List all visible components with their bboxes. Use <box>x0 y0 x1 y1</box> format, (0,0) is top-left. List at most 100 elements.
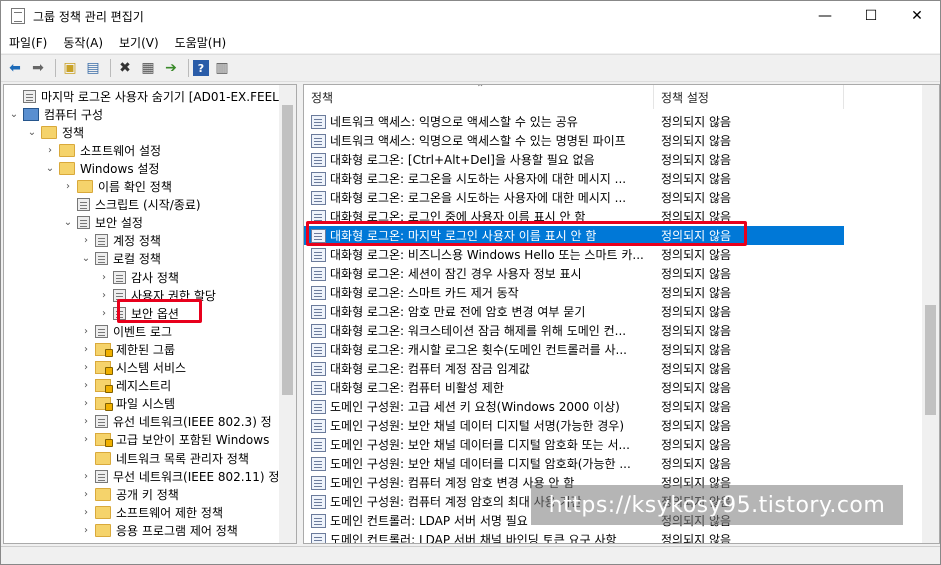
collapsed-chevron-icon[interactable]: › <box>80 471 92 482</box>
policy-row[interactable]: 대화형 로그온: [Ctrl+Alt+Del]을 사용할 필요 없음 정의되지 않… <box>304 150 844 169</box>
collapsed-chevron-icon[interactable]: › <box>80 398 92 409</box>
tree-node-label: 네트워크 목록 관리자 정책 <box>116 451 249 466</box>
collapsed-chevron-icon[interactable]: › <box>44 145 56 156</box>
policy-row[interactable]: 대화형 로그온: 컴퓨터 비활성 제한 정의되지 않음 <box>304 378 844 397</box>
tree-node[interactable]: › 무선 네트워크(IEEE 802.11) 정 <box>80 467 279 485</box>
tree-node[interactable]: › 이벤트 로그 <box>80 322 172 340</box>
tree-node[interactable]: ⌄ Windows 설정 <box>44 159 159 177</box>
collapsed-chevron-icon[interactable]: › <box>80 416 92 427</box>
tree-node[interactable]: › 파일 시스템 <box>80 395 175 413</box>
policy-setting-cell: 정의되지 않음 <box>661 172 732 186</box>
tree-node[interactable]: › 레지스트리 <box>80 377 171 395</box>
policy-row[interactable]: 대화형 로그온: 로그온을 시도하는 사용자에 대한 메시지 ... 정의되지 않… <box>304 169 844 188</box>
folder-icon <box>95 379 113 394</box>
tree-node[interactable]: › 유선 네트워크(IEEE 802.3) 정 <box>80 413 272 431</box>
policy-setting-cell: 정의되지 않음 <box>661 457 732 471</box>
tree-node[interactable]: › 소프트웨어 제한 정책 <box>80 503 223 521</box>
expanded-chevron-icon[interactable]: ⌄ <box>26 127 38 138</box>
show-hide-tree-icon[interactable]: ▤ <box>83 58 103 78</box>
tree-node[interactable]: › 이름 확인 정책 <box>62 178 172 196</box>
policy-setting-cell: 정의되지 않음 <box>661 343 732 357</box>
column-header-setting[interactable]: 정책 설정 <box>654 85 844 109</box>
policy-row[interactable]: 도메인 구성원: 보안 채널 데이터 디지털 서명(가능한 경우) 정의되지 않음 <box>304 416 844 435</box>
tree-node[interactable]: › 제한된 그룹 <box>80 340 175 358</box>
policy-row[interactable]: 대화형 로그온: 로그온을 시도하는 사용자에 대한 메시지 ... 정의되지 않… <box>304 188 844 207</box>
tree-node[interactable]: › 계정 정책 <box>80 232 161 250</box>
collapsed-chevron-icon[interactable]: › <box>80 507 92 518</box>
tree-scroll-thumb[interactable] <box>282 105 293 395</box>
tree-node[interactable]: 스크립트 (시작/종료) <box>62 196 201 214</box>
collapsed-chevron-icon[interactable]: › <box>80 380 92 391</box>
policy-setting-cell: 정의되지 않음 <box>661 362 732 376</box>
policy-row[interactable]: 네트워크 액세스: 익명으로 액세스할 수 있는 공유 정의되지 않음 <box>304 112 844 131</box>
back-arrow-icon[interactable]: ⬅ <box>5 58 25 78</box>
policy-setting-cell: 정의되지 않음 <box>661 438 732 452</box>
minimize-button[interactable]: — <box>802 1 848 31</box>
tree-node[interactable]: › 시스템 서비스 <box>80 359 186 377</box>
policy-row[interactable]: 대화형 로그온: 로그인 중에 사용자 이름 표시 안 함 정의되지 않음 <box>304 207 844 226</box>
folder-icon <box>95 487 111 501</box>
policy-name-cell: 도메인 구성원: 보안 채널 데이터를 디지털 암호화 또는 서... <box>311 436 651 453</box>
folder-icon <box>41 125 57 139</box>
close-button[interactable]: ✕ <box>894 1 940 31</box>
tree-node[interactable]: ⌄ 로컬 정책 <box>80 250 161 268</box>
policy-row[interactable]: 도메인 구성원: 보안 채널 데이터를 디지털 암호화 또는 서... 정의되지 … <box>304 435 844 454</box>
policy-row[interactable]: 대화형 로그온: 암호 만료 전에 암호 변경 여부 묻기 정의되지 않음 <box>304 302 844 321</box>
collapsed-chevron-icon[interactable]: › <box>80 489 92 500</box>
expanded-chevron-icon[interactable]: ⌄ <box>8 109 20 120</box>
tree-node[interactable]: › 고급 보안이 포함된 Windows <box>80 431 269 449</box>
policy-setting-cell: 정의되지 않음 <box>661 533 732 544</box>
export-list-icon[interactable]: ➔ <box>161 58 181 78</box>
policy-row[interactable]: 대화형 로그온: 마지막 로그인 사용자 이름 표시 안 함 정의되지 않음 <box>304 226 844 245</box>
collapsed-chevron-icon[interactable]: › <box>62 181 74 192</box>
tree-node[interactable]: ⌄ 정책 <box>26 123 84 141</box>
tree-node[interactable]: ⌄ 컴퓨터 구성 <box>8 105 103 123</box>
collapsed-chevron-icon[interactable]: › <box>80 434 92 445</box>
tree-node[interactable]: › 보안 옵션 <box>98 304 179 322</box>
properties-icon[interactable]: ▦ <box>138 58 158 78</box>
up-folder-icon[interactable]: ▣ <box>60 58 80 78</box>
delete-icon[interactable]: ✖ <box>115 58 135 78</box>
policy-row[interactable]: 대화형 로그온: 비즈니스용 Windows Hello 또는 스마트 카...… <box>304 245 844 264</box>
list-vertical-scrollbar[interactable] <box>922 85 939 543</box>
tree-vertical-scrollbar[interactable] <box>279 85 296 543</box>
expanded-chevron-icon[interactable]: ⌄ <box>80 253 92 264</box>
collapsed-chevron-icon[interactable]: › <box>80 235 92 246</box>
policy-row[interactable]: 대화형 로그온: 워크스테이션 잠금 해제를 위해 도메인 컨... 정의되지 않… <box>304 321 844 340</box>
collapsed-chevron-icon[interactable]: › <box>98 290 110 301</box>
policy-row[interactable]: 대화형 로그온: 스마트 카드 제거 동작 정의되지 않음 <box>304 283 844 302</box>
policy-row[interactable]: 네트워크 액세스: 익명으로 액세스할 수 있는 명명된 파이프 정의되지 않음 <box>304 131 844 150</box>
policy-row[interactable]: 대화형 로그온: 컴퓨터 계정 잠금 임계값 정의되지 않음 <box>304 359 844 378</box>
tree-node[interactable]: 네트워크 목록 관리자 정책 <box>80 449 249 467</box>
policy-row[interactable]: 도메인 컨트롤러: LDAP 서버 채널 바인딩 토큰 요구 사항 정의되지 않음 <box>304 530 844 544</box>
policy-row[interactable]: 대화형 로그온: 캐시할 로그온 횟수(도메인 컨트롤러를 사... 정의되지 않… <box>304 340 844 359</box>
menu-action[interactable]: 동작(A) <box>55 34 111 51</box>
tree-node[interactable]: 마지막 로그온 사용자 숨기기 [AD01-EX.FEELAN <box>8 87 296 105</box>
collapsed-chevron-icon[interactable]: › <box>80 362 92 373</box>
tree-node[interactable]: ⌄ 보안 설정 <box>62 214 143 232</box>
tree-node[interactable]: › 공개 키 정책 <box>80 485 179 503</box>
collapsed-chevron-icon[interactable]: › <box>80 525 92 536</box>
policy-row[interactable]: 대화형 로그온: 세션이 잠긴 경우 사용자 정보 표시 정의되지 않음 <box>304 264 844 283</box>
expanded-chevron-icon[interactable]: ⌄ <box>44 163 56 174</box>
tree-node[interactable]: › 감사 정책 <box>98 268 179 286</box>
policy-row[interactable]: 도메인 구성원: 보안 채널 데이터를 디지털 암호화(가능한 ... 정의되지 … <box>304 454 844 473</box>
menu-view[interactable]: 보기(V) <box>111 34 167 51</box>
tree-node[interactable]: › 소프트웨어 설정 <box>44 141 161 159</box>
maximize-button[interactable]: ☐ <box>848 1 894 31</box>
list-scroll-thumb[interactable] <box>925 305 936 415</box>
collapsed-chevron-icon[interactable]: › <box>80 344 92 355</box>
filter-options-icon[interactable]: ▥ <box>212 58 232 78</box>
expanded-chevron-icon[interactable]: ⌄ <box>62 217 74 228</box>
menu-help[interactable]: 도움말(H) <box>167 34 235 51</box>
help-icon[interactable]: ? <box>193 60 209 76</box>
collapsed-chevron-icon[interactable]: › <box>98 308 110 319</box>
collapsed-chevron-icon[interactable]: › <box>98 272 110 283</box>
menu-file[interactable]: 파일(F) <box>1 34 55 51</box>
policy-setting-icon <box>311 209 326 224</box>
tree-node[interactable]: › 사용자 권한 할당 <box>98 286 216 304</box>
policy-row[interactable]: 도메인 구성원: 고급 세션 키 요청(Windows 2000 이상) 정의되지… <box>304 397 844 416</box>
collapsed-chevron-icon[interactable]: › <box>80 326 92 337</box>
tree-node[interactable]: › 응용 프로그램 제어 정책 <box>80 521 238 539</box>
forward-arrow-icon[interactable]: ➡ <box>28 58 48 78</box>
